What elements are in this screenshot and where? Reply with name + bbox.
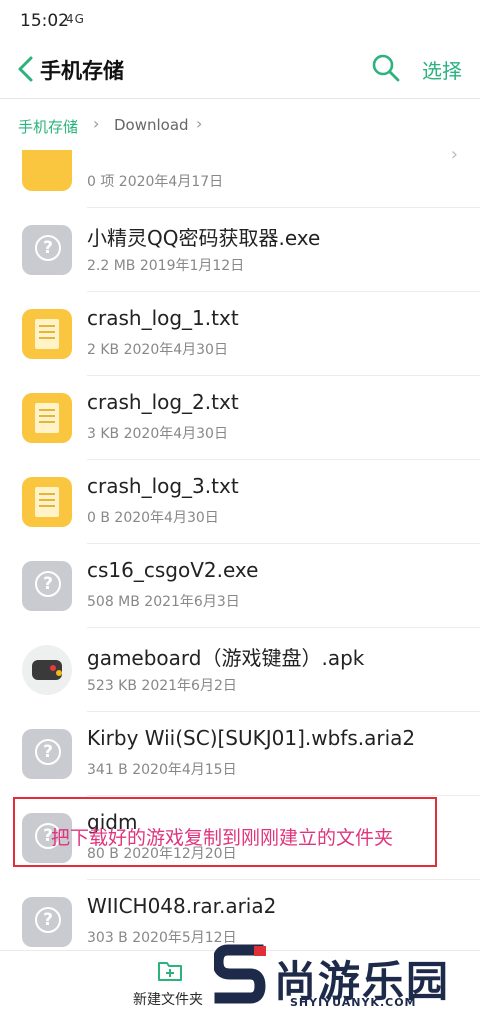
watermark-url: SHYIYUANYK.COM xyxy=(290,996,417,1009)
chevron-right-icon: › xyxy=(93,114,100,133)
unknown-file-icon xyxy=(22,729,72,779)
unknown-file-icon xyxy=(22,897,72,947)
file-row[interactable]: gameboard（游戏键盘）.apk 523 KB 2021年6月2日 xyxy=(0,628,480,712)
file-name: crash_log_1.txt xyxy=(87,306,239,330)
chevron-right-icon: › xyxy=(450,150,458,165)
chevron-right-icon: › xyxy=(196,114,203,133)
file-name: crash_log_2.txt xyxy=(87,390,239,414)
breadcrumb: 手机存储 › Download › xyxy=(0,108,480,144)
status-bar: 15:02 4G xyxy=(0,0,480,42)
file-name: cs16_csgoV2.exe xyxy=(87,558,259,582)
breadcrumb-root[interactable]: 手机存储 xyxy=(18,116,78,137)
file-name: gameboard（游戏键盘）.apk xyxy=(87,646,365,670)
file-name: WIICH048.rar.aria2 xyxy=(87,894,277,918)
page-title: 手机存储 xyxy=(40,59,124,83)
status-time: 15:02 xyxy=(20,11,69,31)
file-row[interactable]: Kirby Wii(SC)[SUKJ01].wbfs.aria2 341 B 2… xyxy=(0,712,480,796)
file-meta: 0 项 2020年4月17日 xyxy=(87,174,224,190)
file-meta: 341 B 2020年4月15日 xyxy=(87,762,237,778)
file-row[interactable]: cs16_csgoV2.exe 508 MB 2021年6月3日 xyxy=(0,544,480,628)
text-file-icon xyxy=(22,393,72,443)
file-row[interactable]: WIICH048.rar.aria2 303 B 2020年5月12日 xyxy=(0,880,480,950)
folder-icon xyxy=(22,150,72,191)
watermark-logo: 尚游乐园 SHYIYUANYK.COM xyxy=(214,944,480,1015)
file-name: 小精灵QQ密码获取器.exe xyxy=(87,226,321,250)
file-row[interactable]: crash_log_1.txt 2 KB 2020年4月30日 xyxy=(0,292,480,376)
file-meta: 2 KB 2020年4月30日 xyxy=(87,342,228,358)
new-folder-button[interactable]: 新建文件夹 xyxy=(133,989,203,1009)
unknown-file-icon xyxy=(22,561,72,611)
file-row[interactable]: 0 项 2020年4月17日 › xyxy=(0,150,480,208)
select-button[interactable]: 选择 xyxy=(422,55,462,84)
app-header: 手机存储 选择 xyxy=(0,42,480,98)
header-divider xyxy=(0,98,480,99)
file-meta: 508 MB 2021年6月3日 xyxy=(87,594,240,610)
annotation-text: 把下载好的游戏复制到刚刚建立的文件夹 xyxy=(51,827,394,849)
file-row[interactable]: crash_log_3.txt 0 B 2020年4月30日 xyxy=(0,460,480,544)
gamepad-button xyxy=(56,670,62,676)
gamepad-app-icon xyxy=(22,645,72,695)
search-icon[interactable] xyxy=(370,52,402,84)
file-meta: 3 KB 2020年4月30日 xyxy=(87,426,228,442)
signal-icon: 4G xyxy=(66,12,85,26)
brand-s-icon xyxy=(214,944,266,1004)
text-file-icon xyxy=(22,477,72,527)
file-row[interactable]: crash_log_2.txt 3 KB 2020年4月30日 xyxy=(0,376,480,460)
new-folder-icon[interactable] xyxy=(157,960,183,982)
back-arrow-icon[interactable] xyxy=(14,54,40,84)
file-row[interactable]: 小精灵QQ密码获取器.exe 2.2 MB 2019年1月12日 xyxy=(0,208,480,292)
file-meta: 2.2 MB 2019年1月12日 xyxy=(87,258,245,274)
unknown-file-icon xyxy=(22,225,72,275)
file-meta: 0 B 2020年4月30日 xyxy=(87,510,219,526)
file-meta: 523 KB 2021年6月2日 xyxy=(87,678,237,694)
breadcrumb-current[interactable]: Download xyxy=(114,116,189,134)
gamepad-button xyxy=(50,665,56,671)
text-file-icon xyxy=(22,309,72,359)
file-name: crash_log_3.txt xyxy=(87,474,239,498)
file-name: Kirby Wii(SC)[SUKJ01].wbfs.aria2 xyxy=(87,726,416,750)
